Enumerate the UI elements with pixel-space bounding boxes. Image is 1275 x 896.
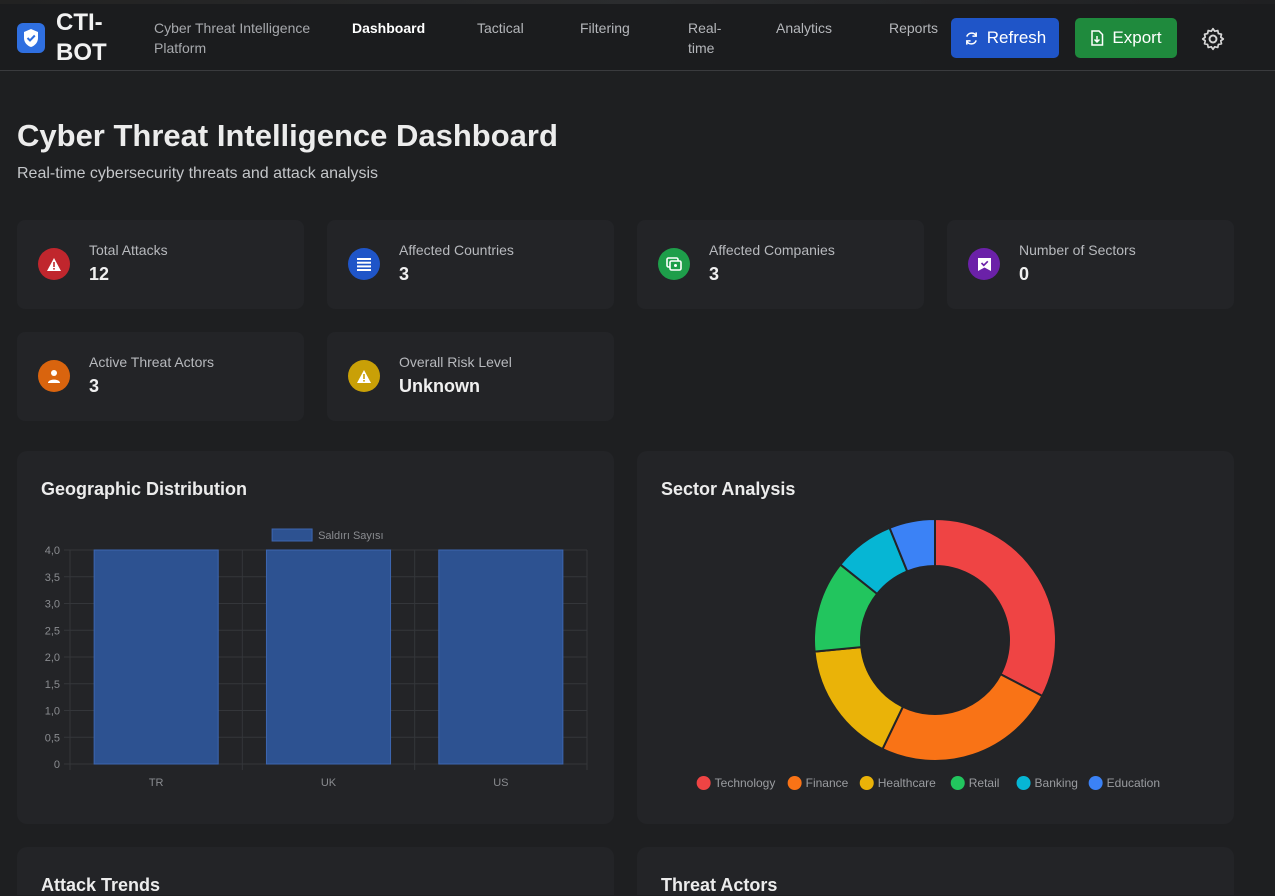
legend-label: Healthcare bbox=[878, 776, 936, 790]
stat-value: 3 bbox=[709, 264, 720, 284]
bar-chart: 0 0,5 1,0 1,5 2,0 2,5 3,0 3,5 4,0 TR UK US Saldırı S… bbox=[45, 528, 588, 789]
y-tick-label: 3,5 bbox=[45, 572, 60, 584]
attack-trends-card: Attack Trends bbox=[17, 847, 614, 895]
donut-chart: Technology Finance Healthcare Retail Banking… bbox=[696, 517, 1160, 790]
stat-card-affected-countries: Affected Countries 3 bbox=[327, 220, 614, 309]
x-tick-label: UK bbox=[321, 777, 337, 789]
page-subtitle: Real-time cybersecurity threats and atta… bbox=[17, 165, 379, 182]
slice-healthcare[interactable] bbox=[813, 646, 905, 751]
legend-label: Technology bbox=[715, 776, 776, 790]
nav-dashboard[interactable]: Dashboard bbox=[352, 18, 425, 38]
nav-tactical[interactable]: Tactical bbox=[477, 18, 524, 38]
y-tick-label: 2,0 bbox=[45, 652, 60, 664]
x-tick-label: TR bbox=[149, 777, 164, 789]
x-tick-label: US bbox=[493, 777, 508, 789]
sector-analysis-card: Sector Analysis Technology Finance Healthc… bbox=[637, 451, 1234, 824]
y-tick-label: 0 bbox=[54, 759, 60, 771]
legend-label: Retail bbox=[969, 776, 1000, 790]
stat-value: Unknown bbox=[399, 376, 480, 396]
list-icon bbox=[348, 248, 380, 280]
legend-swatch[interactable] bbox=[1088, 776, 1103, 790]
legend-swatch[interactable] bbox=[950, 776, 965, 790]
nav-reports[interactable]: Reports bbox=[889, 18, 938, 38]
shield-logo-icon bbox=[17, 23, 45, 53]
stat-value: 3 bbox=[399, 264, 410, 284]
stat-card-number-of-sectors: Number of Sectors 0 bbox=[947, 220, 1234, 309]
slice-technology[interactable] bbox=[934, 517, 1057, 698]
bar-uk[interactable] bbox=[265, 549, 392, 765]
file-export-icon bbox=[1091, 30, 1104, 46]
card-title: Attack Trends bbox=[41, 875, 161, 895]
y-tick-label: 2,5 bbox=[45, 625, 60, 637]
geographic-distribution-card: Geographic Distribution 0 0,5 1,0 1,5 2,0 2,5… bbox=[17, 451, 614, 824]
nav-filtering[interactable]: Filtering bbox=[580, 18, 630, 38]
user-icon bbox=[38, 360, 70, 392]
warning-icon bbox=[38, 248, 70, 280]
stat-card-active-threat-actors: Active Threat Actors 3 bbox=[17, 332, 304, 421]
legend-swatch[interactable] bbox=[1016, 776, 1031, 790]
sector-icon bbox=[968, 248, 1000, 280]
legend-label: Finance bbox=[806, 776, 849, 790]
stat-label: Affected Companies bbox=[709, 242, 835, 258]
y-tick-label: 1,5 bbox=[45, 679, 60, 691]
stat-card-overall-risk-level: Overall Risk Level Unknown bbox=[327, 332, 614, 421]
stat-label: Overall Risk Level bbox=[399, 354, 512, 370]
stat-value: 3 bbox=[89, 376, 100, 396]
legend-label: Education bbox=[1107, 776, 1160, 790]
gear-icon[interactable] bbox=[1200, 26, 1226, 52]
stat-label: Active Threat Actors bbox=[89, 354, 215, 370]
stat-value: 0 bbox=[1019, 264, 1030, 284]
card-title: Threat Actors bbox=[661, 875, 778, 895]
y-tick-label: 3,0 bbox=[45, 599, 60, 611]
top-bar: CTI-BOT Cyber Threat Intelligence Platfo… bbox=[0, 0, 1275, 71]
bar-tr[interactable] bbox=[93, 549, 219, 765]
companies-icon bbox=[658, 248, 690, 280]
refresh-label: Refresh bbox=[986, 28, 1047, 47]
refresh-button[interactable]: Refresh bbox=[951, 18, 1059, 58]
y-tick-label: 4,0 bbox=[45, 545, 60, 557]
stat-card-total-attacks: Total Attacks 12 bbox=[17, 220, 304, 309]
stat-value: 12 bbox=[89, 264, 110, 284]
risk-icon bbox=[348, 360, 380, 392]
legend-label: Banking bbox=[1035, 776, 1078, 790]
window-edge bbox=[0, 0, 1275, 4]
stat-label: Affected Countries bbox=[399, 242, 514, 258]
slice-finance[interactable] bbox=[881, 672, 1044, 762]
y-tick-label: 1,0 bbox=[45, 706, 60, 718]
brand-name: CTI-BOT bbox=[56, 9, 107, 66]
bar-us[interactable] bbox=[438, 549, 564, 765]
page-title: Cyber Threat Intelligence Dashboard bbox=[17, 118, 558, 153]
legend-swatch[interactable] bbox=[271, 528, 313, 542]
refresh-icon bbox=[965, 31, 977, 45]
stat-label: Total Attacks bbox=[89, 242, 168, 258]
platform-name: Cyber Threat Intelligence Platform bbox=[154, 20, 311, 56]
legend-swatch[interactable] bbox=[787, 776, 802, 790]
nav-analytics[interactable]: Analytics bbox=[776, 18, 832, 38]
nav-real-time[interactable]: Real-time bbox=[688, 18, 728, 58]
legend-label: Saldırı Sayısı bbox=[318, 530, 383, 542]
export-label: Export bbox=[1112, 28, 1162, 47]
export-button[interactable]: Export bbox=[1075, 18, 1177, 58]
stat-label: Number of Sectors bbox=[1019, 242, 1136, 258]
legend-swatch[interactable] bbox=[696, 776, 711, 790]
threat-actors-card: Threat Actors bbox=[637, 847, 1234, 895]
legend-swatch[interactable] bbox=[859, 776, 874, 790]
y-tick-label: 0,5 bbox=[45, 732, 60, 744]
stat-card-affected-companies: Affected Companies 3 bbox=[637, 220, 924, 309]
